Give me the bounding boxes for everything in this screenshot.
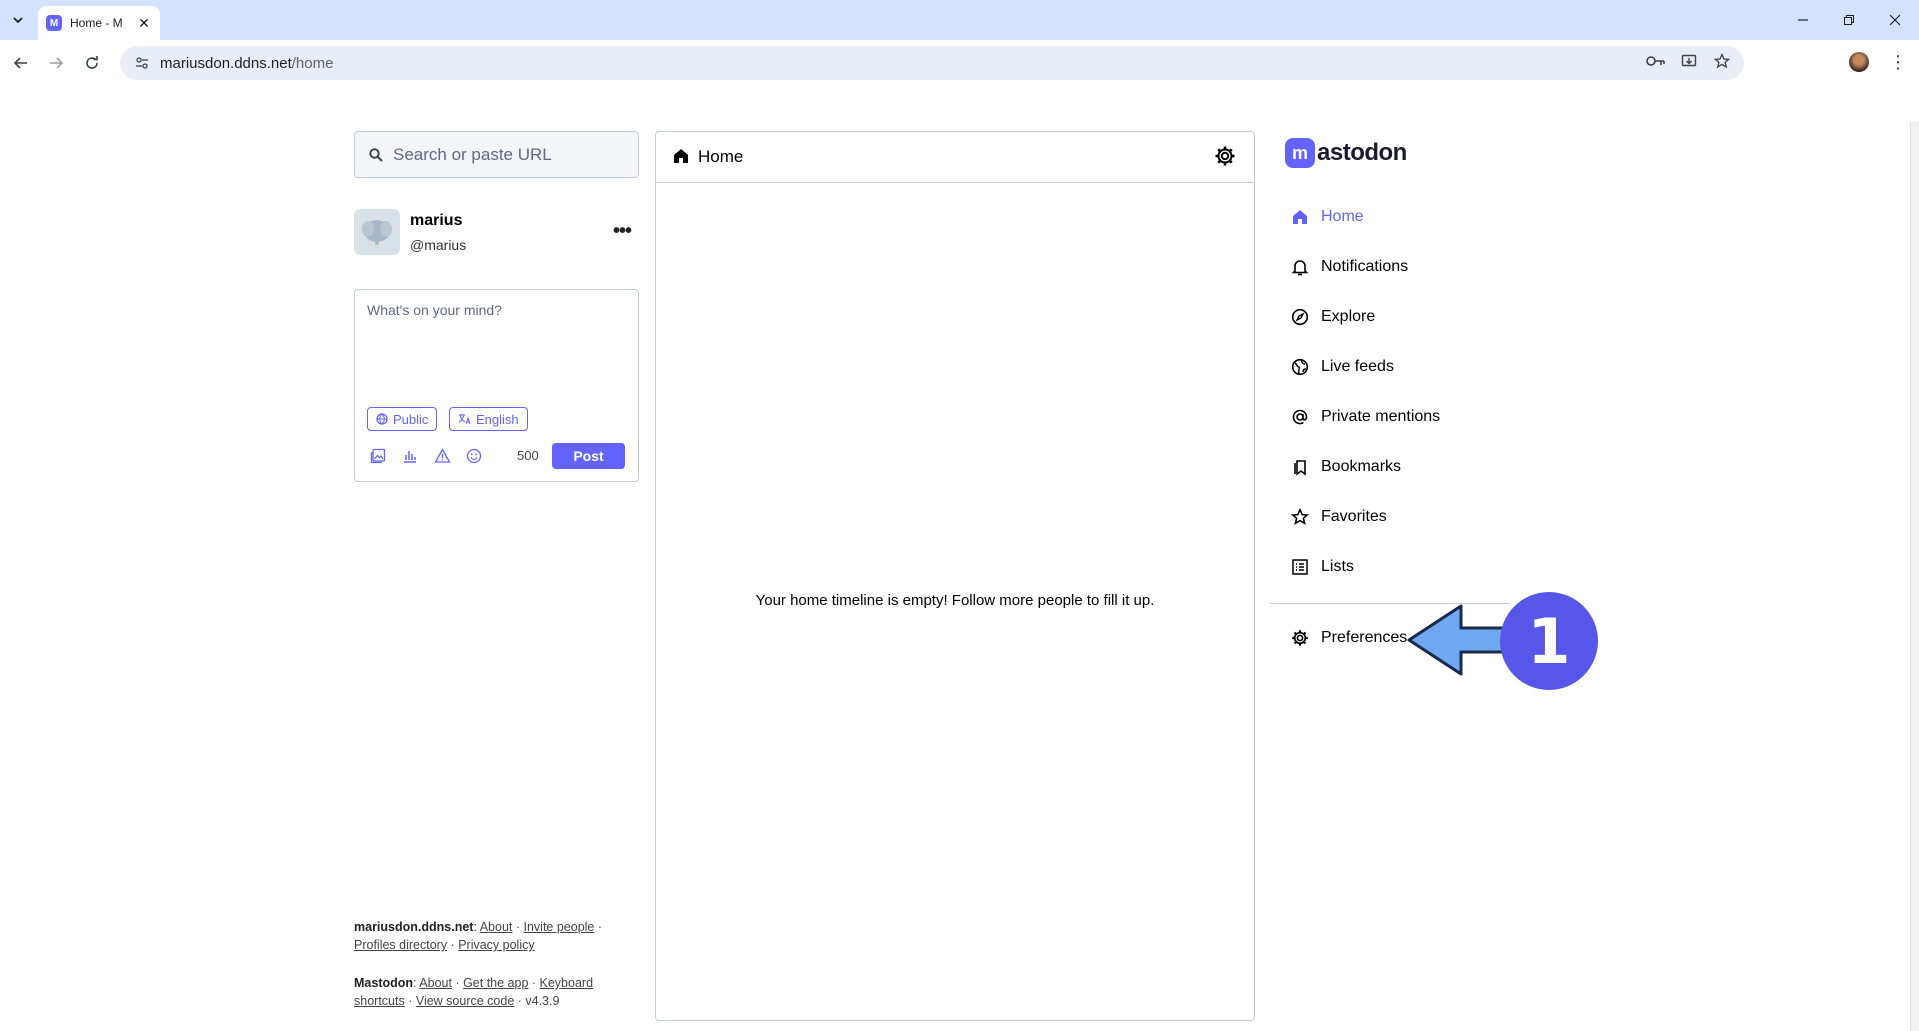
mastodon-logo-mark: m (1285, 138, 1315, 168)
mastodon-links: Mastodon: About · Get the app · Keyboard… (354, 976, 594, 1008)
reload-icon[interactable] (79, 50, 105, 76)
language-button[interactable]: English (449, 407, 528, 431)
browser-tab[interactable]: M Home - M ✕ (38, 6, 160, 40)
nav-item-explore[interactable]: Explore (1280, 297, 1530, 337)
more-options-icon[interactable]: ••• (610, 219, 634, 243)
column-header: Home (656, 132, 1254, 183)
nav-label-favorites: Favorites (1321, 508, 1387, 525)
page-scrollbar[interactable] (1910, 121, 1919, 1031)
search-placeholder: Search or paste URL (393, 144, 552, 164)
sidebar-footer: mariusdon.ddns.net: About · Invite peopl… (354, 918, 644, 1010)
get-the-app-link[interactable]: Get the app (463, 976, 528, 990)
globe-icon (1289, 356, 1311, 378)
bookmarks-icon (1289, 456, 1311, 478)
globe-icon (376, 413, 388, 425)
bell-icon (1289, 256, 1311, 278)
translate-icon (458, 414, 471, 425)
mastodon-about-link[interactable]: About (419, 976, 452, 990)
account-name[interactable]: marius (410, 212, 462, 230)
mastodon-logo[interactable]: m astodon (1285, 138, 1407, 168)
install-app-icon[interactable] (1676, 48, 1702, 74)
version: v4.3.9 (525, 994, 560, 1008)
nav-item-home[interactable]: Home (1280, 197, 1530, 237)
nav-label-preferences: Preferences (1321, 629, 1408, 646)
invite-people-link[interactable]: Invite people (524, 920, 595, 934)
tab-list-chevron-icon[interactable] (6, 8, 30, 32)
emoji-icon[interactable] (463, 445, 485, 467)
post-button[interactable]: Post (552, 443, 625, 469)
nav-item-favorites[interactable]: Favorites (1280, 497, 1530, 537)
image-upload-icon[interactable] (367, 445, 389, 467)
content-warning-icon[interactable] (431, 445, 453, 467)
nav-label-bookmarks: Bookmarks (1321, 458, 1402, 475)
server-name: mariusdon.ddns.net (354, 920, 474, 934)
compose-placeholder: What's on your mind? (367, 302, 502, 318)
at-sign-icon (1289, 406, 1311, 428)
view-source-link[interactable]: View source code (416, 994, 514, 1008)
tab-title: Home - M (70, 16, 123, 30)
url-host: mariusdon.ddns.net (160, 54, 292, 72)
mastodon-logo-word: astodon (1317, 139, 1407, 166)
column-settings-gear-icon[interactable] (1214, 145, 1236, 167)
home-column: Home Your home timeline is empty! Follow… (655, 131, 1255, 1021)
forward-icon[interactable] (43, 50, 69, 76)
character-counter: 500 (517, 448, 539, 463)
language-label: English (476, 411, 519, 427)
list-icon (1289, 556, 1311, 578)
search-input[interactable]: Search or paste URL (354, 131, 639, 178)
nav-label-live-feeds: Live feeds (1321, 358, 1394, 375)
close-window-icon[interactable] (1872, 0, 1918, 40)
empty-timeline-message: Your home timeline is empty! Follow more… (755, 592, 1155, 609)
password-key-icon[interactable] (1643, 48, 1669, 74)
close-tab-icon[interactable]: ✕ (136, 15, 152, 31)
visibility-label: Public (393, 411, 429, 427)
url-path: /home (291, 54, 334, 72)
nav-label-private-mentions: Private mentions (1321, 408, 1441, 425)
star-icon (1289, 506, 1311, 528)
home-icon (1289, 206, 1311, 228)
account-card: marius @marius ••• (354, 209, 639, 259)
browser-profile-avatar[interactable] (1849, 52, 1869, 72)
annotation-arrow-icon (1405, 598, 1515, 683)
address-bar[interactable]: mariusdon.ddns.net/home (120, 46, 1744, 80)
column-title[interactable]: Home (698, 147, 743, 167)
nav-item-lists[interactable]: Lists (1280, 547, 1530, 587)
nav-label-explore: Explore (1321, 308, 1376, 325)
server-links: mariusdon.ddns.net: About · Invite peopl… (354, 920, 603, 952)
mastodon-favicon-icon: M (46, 15, 62, 31)
mastodon-label: Mastodon (354, 976, 414, 990)
poll-icon[interactable] (399, 445, 421, 467)
nav-label-home: Home (1321, 208, 1364, 225)
back-icon[interactable] (8, 50, 34, 76)
nav-label-notifications: Notifications (1321, 258, 1409, 275)
site-settings-icon[interactable] (134, 55, 150, 71)
gear-icon (1289, 627, 1311, 649)
avatar[interactable] (354, 209, 400, 255)
home-icon (672, 147, 690, 165)
about-link[interactable]: About (480, 920, 513, 934)
nav-label-lists: Lists (1321, 558, 1354, 575)
compass-icon (1289, 306, 1311, 328)
restore-icon[interactable] (1826, 0, 1872, 40)
browser-menu-icon[interactable]: ⋮ (1888, 50, 1908, 74)
profiles-directory-link[interactable]: Profiles directory (354, 938, 447, 952)
nav-item-bookmarks[interactable]: Bookmarks (1280, 447, 1530, 487)
search-icon (369, 147, 383, 162)
bookmark-star-icon[interactable] (1709, 48, 1735, 74)
browser-tabbar: M Home - M ✕ (0, 0, 1919, 40)
visibility-button[interactable]: Public (367, 407, 438, 431)
nav-item-private-mentions[interactable]: Private mentions (1280, 397, 1530, 437)
privacy-policy-link[interactable]: Privacy policy (458, 938, 534, 952)
nav-item-notifications[interactable]: Notifications (1280, 247, 1530, 287)
nav-item-live-feeds[interactable]: Live feeds (1280, 347, 1530, 387)
browser-toolbar: mariusdon.ddns.net/home ⋮ (0, 40, 1919, 126)
compose-box[interactable]: What's on your mind? Public English 500 … (354, 289, 639, 482)
minimize-icon[interactable] (1780, 0, 1826, 40)
annotation-step-badge: 1 (1500, 592, 1598, 690)
account-handle[interactable]: @marius (410, 237, 466, 253)
